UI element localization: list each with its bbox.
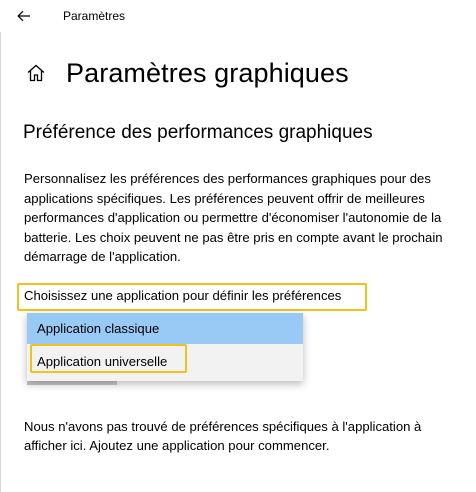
title-bar: Paramètres [0, 0, 476, 32]
chooser-label: Choisissez une application pour définir … [24, 288, 342, 303]
window-title: Paramètres [63, 9, 126, 23]
back-button[interactable] [12, 4, 36, 28]
back-arrow-icon [17, 10, 30, 22]
dropdown-underlay [27, 381, 117, 385]
window-left-border [0, 0, 1, 492]
home-button[interactable] [24, 61, 48, 85]
section-description: Personnalisez les préférences des perfor… [24, 171, 443, 264]
section-title: Préférence des performances graphiques [23, 122, 373, 143]
empty-state-message: Nous n'avons pas trouvé de préférences s… [24, 419, 422, 453]
option-classic-app[interactable]: Application classique [27, 313, 303, 344]
page-header: Paramètres graphiques [24, 55, 349, 91]
page-title: Paramètres graphiques [66, 57, 349, 88]
home-icon [27, 64, 45, 82]
highlight-frame-option [30, 344, 187, 373]
